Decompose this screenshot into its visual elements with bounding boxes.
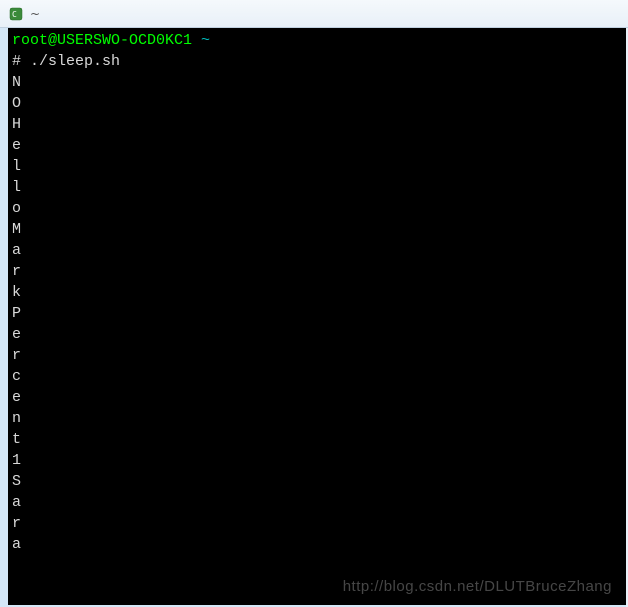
prompt-user-host: root@USERSWO-OCD0KC1 xyxy=(12,32,192,49)
output-char: o xyxy=(12,198,622,219)
output-char: M xyxy=(12,219,622,240)
command-line: # ./sleep.sh xyxy=(12,51,622,72)
output-char: l xyxy=(12,156,622,177)
output-char: e xyxy=(12,387,622,408)
output-char: e xyxy=(12,324,622,345)
output-char: r xyxy=(12,261,622,282)
command-prefix: # xyxy=(12,53,21,70)
output-char: a xyxy=(12,240,622,261)
output-char: P xyxy=(12,303,622,324)
output-char: e xyxy=(12,135,622,156)
output-char: S xyxy=(12,471,622,492)
output-char: l xyxy=(12,177,622,198)
svg-text:C: C xyxy=(12,10,17,19)
output-char: O xyxy=(12,93,622,114)
prompt-cwd: ~ xyxy=(201,32,210,49)
command-text: ./sleep.sh xyxy=(30,53,120,70)
output-char: c xyxy=(12,366,622,387)
terminal-viewport[interactable]: root@USERSWO-OCD0KC1 ~ # ./sleep.sh NOHe… xyxy=(8,28,626,605)
window-titlebar[interactable]: C ~ xyxy=(0,0,628,28)
output-char: n xyxy=(12,408,622,429)
output-char: 1 xyxy=(12,450,622,471)
output-char: a xyxy=(12,492,622,513)
prompt-line: root@USERSWO-OCD0KC1 ~ xyxy=(12,30,622,51)
output-char: t xyxy=(12,429,622,450)
window-title: ~ xyxy=(30,7,40,21)
output-char: a xyxy=(12,534,622,555)
output-char: H xyxy=(12,114,622,135)
terminal-icon: C xyxy=(8,6,24,22)
terminal-output: NOHelloMarkPercent1Sara xyxy=(12,72,622,555)
output-char: r xyxy=(12,513,622,534)
output-char: k xyxy=(12,282,622,303)
output-char: N xyxy=(12,72,622,93)
window-border-left xyxy=(0,28,8,607)
output-char: r xyxy=(12,345,622,366)
